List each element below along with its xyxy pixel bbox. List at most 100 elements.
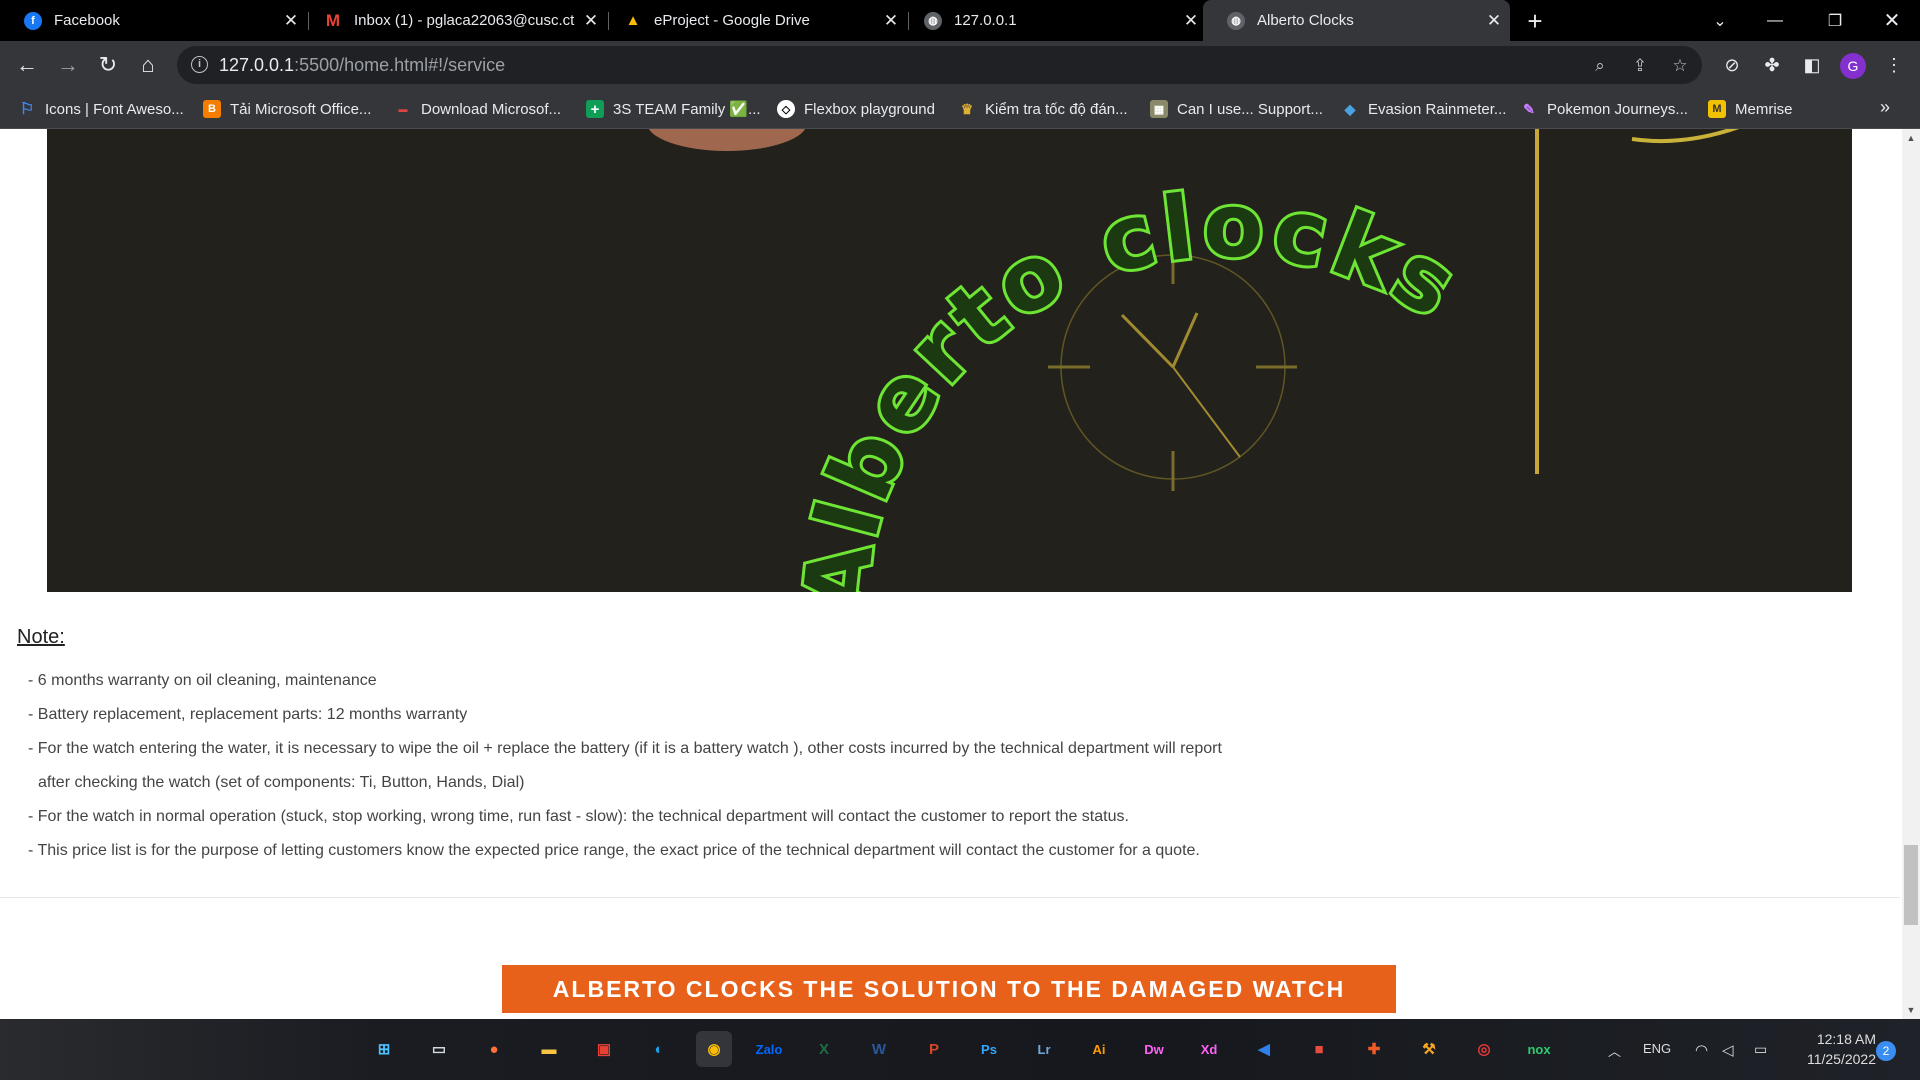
side-panel-icon[interactable]: ◧ [1800,53,1824,77]
firefox-icon[interactable]: ● [476,1031,512,1067]
address-bar[interactable]: i 127.0.0.1:5500/home.html#!/service ⌕ ⇪… [177,46,1702,84]
wifi-icon[interactable]: ◠ [1695,1041,1708,1059]
zoom-icon[interactable]: ⌕ [1590,56,1610,76]
tab-title: Facebook [54,12,120,29]
share-icon[interactable]: ⇪ [1630,56,1650,76]
bookmark-item[interactable]: ▬ Download Microsof... [394,97,562,121]
bookmark-item[interactable]: ⚐ Icons | Font Aweso... [18,97,184,121]
nox-icon[interactable]: nox [1521,1031,1557,1067]
chrome-icon[interactable]: ◉ [696,1031,732,1067]
bookmark-item[interactable]: ✎ Pokemon Journeys... [1520,97,1688,121]
home-icon[interactable]: ⌂ [132,49,164,81]
note-item: - 6 months warranty on oil cleaning, mai… [28,672,377,689]
forward-icon[interactable]: → [52,49,84,81]
note-item: - For the watch in normal operation (stu… [28,808,1129,825]
close-window-icon[interactable]: ✕ [1862,0,1920,41]
tab-google-drive[interactable]: ▲ eProject - Google Drive ✕ [600,0,907,41]
extension-compass-icon[interactable]: ⊘ [1720,53,1744,77]
back-icon[interactable]: ← [11,49,43,81]
bookmark-item[interactable]: ▦ Can I use... Support... [1150,97,1323,121]
tab-facebook[interactable]: f Facebook ✕ [0,0,307,41]
bookmarks-bar: ⚐ Icons | Font Aweso... B Tải Microsoft Of… [0,89,1920,129]
windows-taskbar: ⊞ ▭ ● ▬ ▣ ◐ ◉ Zalo X W P Ps Lr Ai Dw Xd ◀ ■ ✚ ⚒ ◎ nox ︿ ENG ◠… [0,1019,1920,1080]
restore-icon[interactable]: ❐ [1805,0,1865,41]
garena-icon[interactable]: ◎ [1466,1031,1502,1067]
tab-alberto-clocks[interactable]: ◍ Alberto Clocks ✕ [1203,0,1510,41]
drop-icon: ◆ [1344,100,1356,117]
app-icon[interactable]: ✚ [1356,1031,1392,1067]
powerpoint-icon[interactable]: P [916,1031,952,1067]
caniuse-icon: ▦ [1150,100,1168,118]
tab-search-chevron-icon[interactable]: ⌄ [1690,0,1750,41]
excel-icon[interactable]: X [806,1031,842,1067]
lightroom-icon[interactable]: Lr [1026,1031,1062,1067]
clock-date: 11/25/2022 [1806,1051,1876,1067]
dreamweaver-icon[interactable]: Dw [1136,1031,1172,1067]
bookmark-item[interactable]: ◆ Evasion Rainmeter... [1341,97,1507,121]
volume-icon[interactable]: ◁ [1722,1041,1734,1059]
codepen-icon: ◇ [777,100,795,118]
url-text[interactable]: 127.0.0.1:5500/home.html#!/service [219,55,505,76]
edge-icon[interactable]: ◐ [641,1031,677,1067]
illustrator-icon[interactable]: Ai [1081,1031,1117,1067]
file-explorer-widget-icon[interactable]: ▭ [421,1031,457,1067]
bookmark-label: 3S TEAM Family ✅... [613,101,761,118]
browser-toolbar: ← → ↻ ⌂ i 127.0.0.1:5500/home.html#!/ser… [0,41,1920,89]
alberto-clocks-logo: Alberto clocks [47,129,1852,592]
taskbar-background [0,1019,1920,1080]
note-title: Note: [17,626,65,648]
xd-icon[interactable]: Xd [1191,1031,1227,1067]
new-tab-button[interactable]: + [1520,4,1550,38]
photoshop-icon[interactable]: Ps [971,1031,1007,1067]
language-indicator[interactable]: ENG [1643,1041,1671,1056]
bookmark-item[interactable]: B Tải Microsoft Office... [203,97,371,121]
tab-localhost[interactable]: ◍ 127.0.0.1 ✕ [900,0,1207,41]
store-icon[interactable]: ▣ [586,1031,622,1067]
notification-badge[interactable]: 2 [1876,1041,1896,1061]
bookmark-label: Kiểm tra tốc độ đán... [985,100,1128,118]
scroll-up-icon[interactable]: ▲ [1902,129,1920,147]
bookmark-label: Tải Microsoft Office... [230,100,372,118]
scroll-thumb[interactable] [1904,845,1918,925]
zalo-icon[interactable]: Zalo [751,1031,787,1067]
bookmark-item[interactable]: +3S TEAM Family ✅... [586,97,761,121]
globe-icon: ◍ [924,11,942,30]
tab-close-icon[interactable]: ✕ [1478,11,1510,31]
menu-kebab-icon[interactable]: ⋮ [1882,53,1906,77]
blogger-icon: B [203,100,221,118]
tools-icon[interactable]: ⚒ [1411,1031,1447,1067]
bookmark-item[interactable]: ◇ Flexbox playground [777,97,935,121]
battery-icon[interactable]: ▭ [1754,1041,1767,1058]
site-info-icon[interactable]: i [191,56,208,73]
bookmark-item[interactable]: ♛ Kiểm tra tốc độ đán... [958,97,1128,121]
note-item: - For the watch entering the water, it i… [28,740,1222,791]
section-divider [0,897,1900,898]
office-icon[interactable]: ■ [1301,1031,1337,1067]
bookmark-star-icon[interactable]: ☆ [1670,56,1690,76]
profile-avatar[interactable]: G [1840,53,1866,79]
site-icon: ▬ [398,104,408,114]
sheets-icon: + [586,100,604,118]
note-list: - 6 months warranty on oil cleaning, mai… [28,664,1248,868]
solution-banner-heading: ALBERTO CLOCKS THE SOLUTION TO THE DAMAG… [502,965,1396,1013]
system-clock[interactable]: 12:18 AM 11/25/2022 [1790,1029,1876,1069]
bookmarks-overflow-icon[interactable]: » [1880,97,1890,118]
scroll-down-icon[interactable]: ▼ [1902,1001,1920,1019]
bookmark-label: Download Microsof... [421,100,562,118]
minimize-icon[interactable]: — [1745,0,1805,41]
bookmark-label: Flexbox playground [804,100,935,118]
tray-chevron-icon[interactable]: ︿ [1608,1041,1621,1060]
page-scrollbar[interactable]: ▲ ▼ [1902,129,1920,1019]
folder-icon[interactable]: ▬ [531,1031,567,1067]
extensions-puzzle-icon[interactable]: ✤ [1760,53,1784,77]
tab-gmail[interactable]: M Inbox (1) - pglaca22063@cusc.ctu ✕ [300,0,607,41]
clock-time: 12:18 AM [1816,1031,1876,1047]
start-icon[interactable]: ⊞ [366,1031,402,1067]
url-path: :5500/home.html#!/service [294,55,506,75]
bookmark-label: Memrise [1735,100,1793,118]
bookmark-item[interactable]: M Memrise [1708,97,1793,121]
bookmark-label: Evasion Rainmeter... [1368,100,1507,118]
word-icon[interactable]: W [861,1031,897,1067]
reload-icon[interactable]: ↻ [92,49,124,81]
vscode-icon[interactable]: ◀ [1246,1031,1282,1067]
